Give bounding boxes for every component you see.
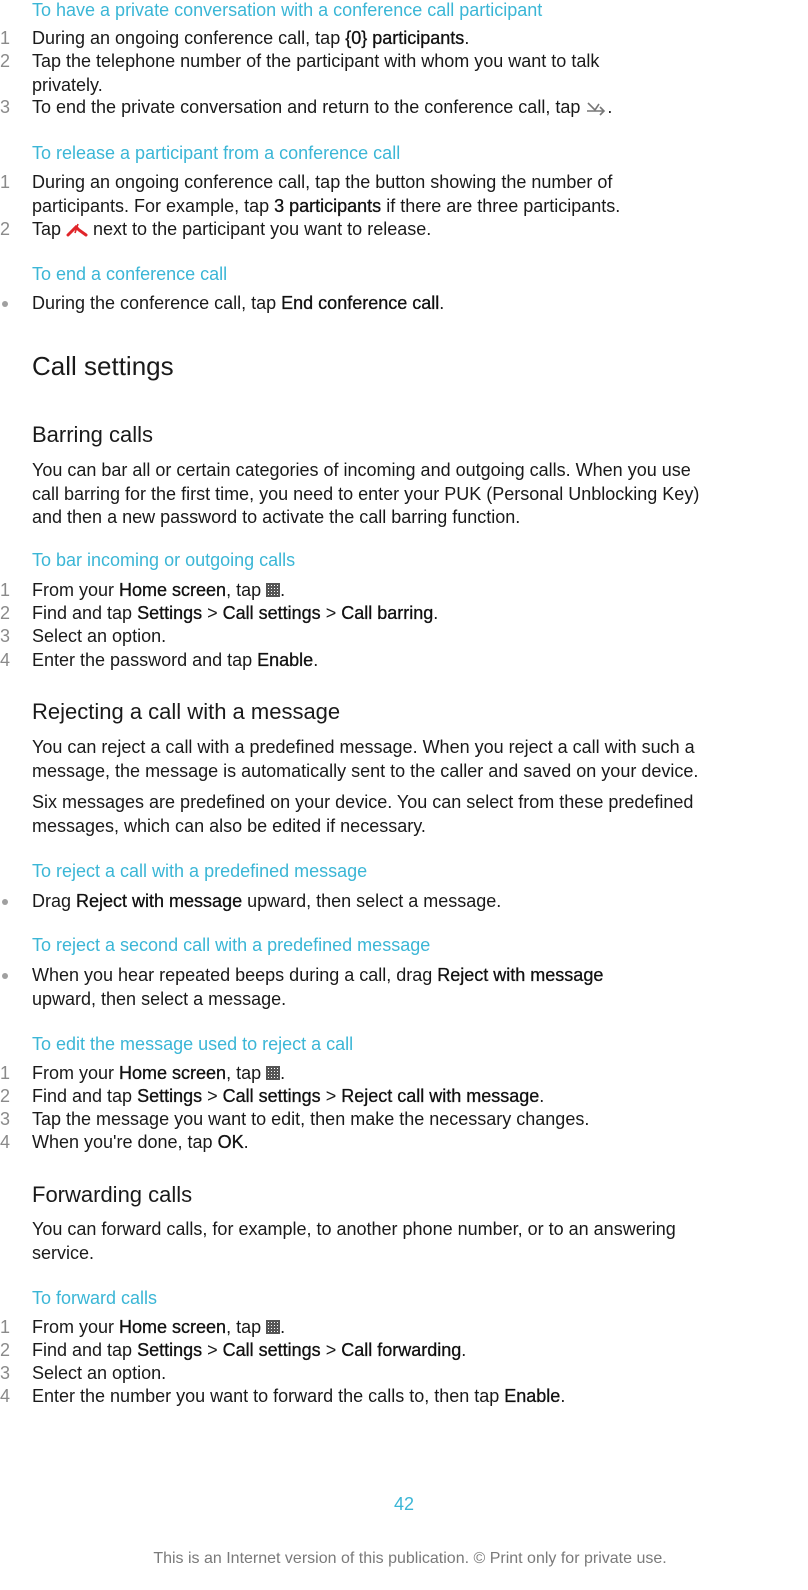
app-grid-icon	[266, 1066, 281, 1080]
ui-term: {0} participants	[345, 28, 465, 48]
app-grid-icon	[266, 583, 281, 597]
task-title-release-participant: To release a participant from a conferen…	[32, 143, 401, 163]
bullet-icon	[2, 301, 8, 307]
step-number: 2	[0, 51, 11, 71]
ui-term: End conference call	[281, 293, 440, 313]
paragraph-rejecting-1: You can reject a call with a predefined …	[32, 737, 699, 781]
footer-notice: This is an Internet version of this publ…	[153, 1550, 667, 1567]
task-title-private-conversation: To have a private conversation with a co…	[32, 0, 543, 20]
task-title-edit-message: To edit the message used to reject a cal…	[32, 1034, 354, 1054]
bullet-icon	[2, 973, 8, 979]
paragraph-rejecting-2: Six messages are predefined on your devi…	[32, 792, 694, 836]
task-title-reject-second-call: To reject a second call with a predefine…	[32, 935, 431, 955]
merge-call-icon	[587, 102, 606, 116]
subsection-heading-forwarding: Forwarding calls	[32, 1182, 193, 1207]
step-number: 2	[0, 219, 11, 239]
paragraph-forwarding: You can forward calls, for example, to a…	[32, 1219, 676, 1263]
bullet-icon	[2, 899, 8, 905]
subsection-heading-barring: Barring calls	[32, 422, 154, 447]
paragraph-barring: You can bar all or certain categories of…	[32, 460, 700, 527]
task-title-reject-call: To reject a call with a predefined messa…	[32, 861, 368, 881]
step-number: 3	[0, 97, 11, 117]
task-title-forward-calls: To forward calls	[32, 1288, 158, 1308]
end-call-icon	[66, 223, 88, 237]
task-title-end-conference: To end a conference call	[32, 264, 228, 284]
page-number: 42	[393, 1494, 415, 1514]
section-heading-call-settings: Call settings	[32, 351, 174, 381]
ui-term: 3 participants	[274, 195, 382, 216]
subsection-heading-rejecting: Rejecting a call with a message	[32, 699, 341, 724]
step-number: 1	[0, 28, 11, 48]
app-grid-icon	[266, 1320, 281, 1334]
step-number: 1	[0, 172, 11, 192]
task-title-bar-calls: To bar incoming or outgoing calls	[32, 550, 296, 570]
